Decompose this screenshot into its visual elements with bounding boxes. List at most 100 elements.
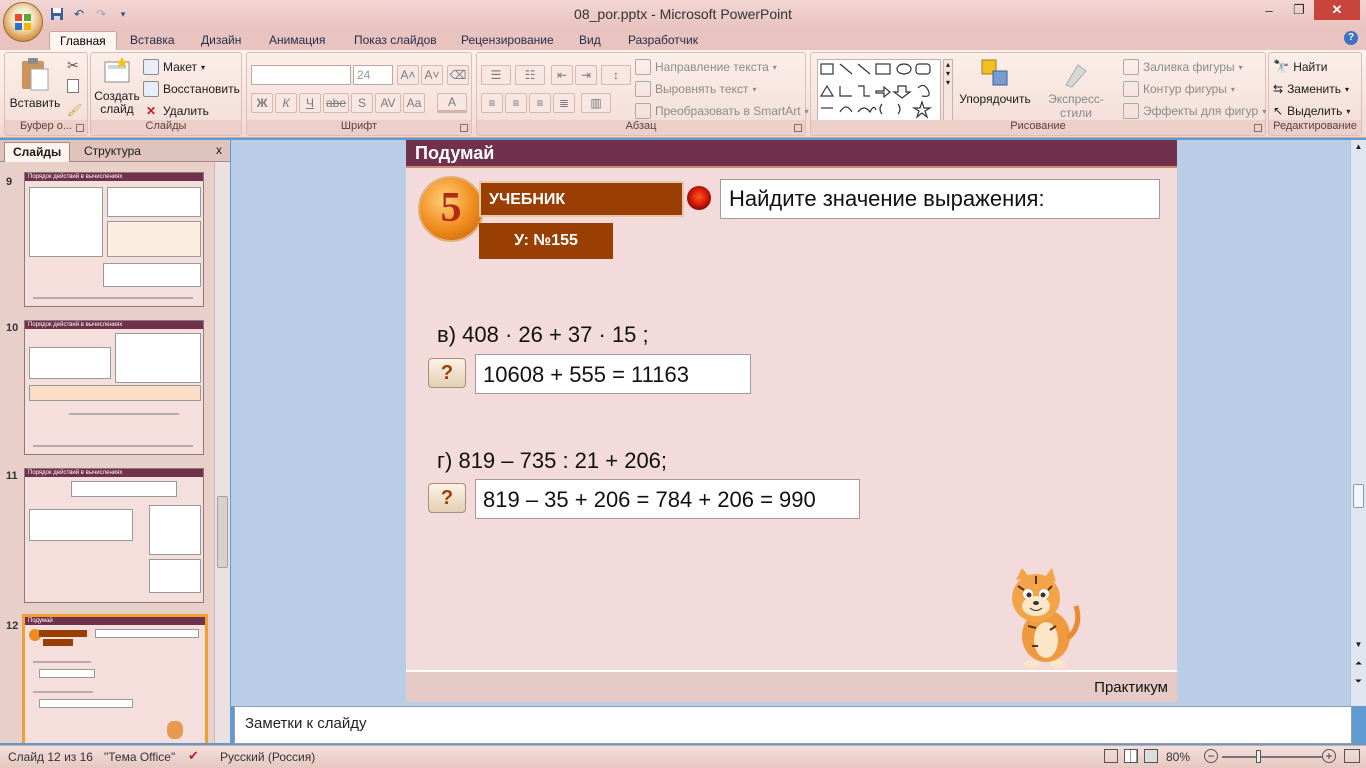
font-color-button[interactable]: A [437,93,467,113]
hint-button-v[interactable]: ? [428,358,466,388]
text-direction-button[interactable]: Направление текста ▾ [635,57,777,77]
zoom-slider[interactable] [1222,756,1322,758]
tab-developer[interactable]: Разработчик [618,31,708,50]
decrease-indent-icon[interactable]: ⇤ [551,65,573,85]
next-slide-icon[interactable]: ⏷ [1352,676,1365,690]
shape-outline-button[interactable]: Контур фигуры ▾ [1123,79,1235,99]
shape-fill-button[interactable]: Заливка фигуры ▾ [1123,57,1243,77]
quick-styles-button[interactable]: Экспресс-стили [1033,57,1119,120]
tab-view[interactable]: Вид [569,31,611,50]
slide-thumbnail-10[interactable]: Порядок действий в вычислениях [24,320,204,455]
slide-thumbnail-12[interactable]: Подумай [22,614,208,743]
tab-review[interactable]: Рецензирование [451,31,564,50]
restore-button[interactable]: ❐ [1284,0,1314,20]
align-right-icon[interactable]: ≡ [529,93,551,113]
shrink-font-icon[interactable]: A˅ [421,65,443,85]
bold-button[interactable]: Ж [251,93,273,113]
clipboard-launcher-icon[interactable] [76,124,84,132]
slide-scrollbar[interactable]: ▲ ▼ ⏶ ⏷ [1350,140,1366,706]
select-button[interactable]: ↖ Выделить ▾ [1273,101,1350,121]
zoom-out-icon[interactable]: − [1204,749,1218,763]
minimize-button[interactable]: ‒ [1254,0,1284,20]
tab-animation[interactable]: Анимация [259,31,335,50]
language-indicator[interactable]: Русский (Россия) [220,750,315,764]
exercise-label[interactable]: У: №155 [479,223,613,259]
columns-icon[interactable]: ▥ [581,93,611,113]
office-button[interactable] [3,2,43,42]
paste-button[interactable]: Вставить [7,57,63,110]
close-panel-icon[interactable]: x [216,143,222,157]
paragraph-launcher-icon[interactable] [794,124,802,132]
theme-name[interactable]: "Тема Office" [104,750,175,764]
slide-thumbnail-9[interactable]: Порядок действий в вычислениях [24,172,204,307]
close-button[interactable]: ✕ [1314,0,1360,20]
align-center-icon[interactable]: ≡ [505,93,527,113]
numbering-icon[interactable]: ☷ [515,65,545,85]
thumbnails-scrollbar[interactable] [214,162,230,743]
answer-v[interactable]: 10608 + 555 = 11163 [475,354,751,394]
hint-button-g[interactable]: ? [428,483,466,513]
line-spacing-icon[interactable]: ↕ [601,65,631,85]
reset-button[interactable]: Восстановить [143,79,240,99]
slide-thumbnail-11[interactable]: Порядок действий в вычислениях [24,468,204,603]
footer-text[interactable]: Практикум [1094,679,1168,696]
scroll-down-icon[interactable]: ▼ [1352,640,1365,654]
scroll-up-icon[interactable]: ▲ [1352,142,1365,156]
shapes-gallery[interactable] [817,59,941,121]
align-text-button[interactable]: Выровнять текст ▾ [635,79,757,99]
record-button-icon[interactable] [687,186,711,210]
notes-field[interactable]: Заметки к слайду [234,706,1352,744]
scrollbar-thumb[interactable] [1353,484,1364,508]
tab-slide-show[interactable]: Показ слайдов [344,31,447,50]
tab-home[interactable]: Главная [49,31,117,50]
normal-view-icon[interactable] [1104,749,1118,763]
shapes-scroll[interactable]: ▴ ▾ ▾ [943,59,953,121]
expression-v[interactable]: в) 408 · 26 + 37 · 15 ; [437,322,649,348]
tab-design[interactable]: Дизайн [191,31,251,50]
zoom-in-icon[interactable]: + [1322,749,1336,763]
zoom-slider-handle[interactable] [1256,750,1261,763]
format-painter-icon[interactable]: 🖌 [67,103,82,117]
copy-icon[interactable] [67,79,79,93]
help-icon[interactable]: ? [1344,31,1358,45]
slide-title[interactable]: Подумай [415,143,494,164]
underline-button[interactable]: Ч [299,93,321,113]
font-launcher-icon[interactable] [460,124,468,132]
tab-insert[interactable]: Вставка [120,31,185,50]
tab-slides[interactable]: Слайды [4,142,71,162]
textbook-label[interactable]: УЧЕБНИК [479,181,684,217]
expression-g[interactable]: г) 819 – 735 : 21 + 206; [437,448,667,474]
replace-button[interactable]: ⇆ Заменить ▾ [1273,79,1349,99]
find-button[interactable]: 🔭 Найти [1273,57,1327,77]
font-family-field[interactable] [251,65,351,85]
cut-icon[interactable]: ✂ [67,57,79,74]
strikethrough-button[interactable]: abe [323,93,349,113]
answer-g[interactable]: 819 – 35 + 206 = 784 + 206 = 990 [475,479,860,519]
scrollbar-thumb[interactable] [217,496,228,568]
tab-outline[interactable]: Структура [76,142,149,162]
increase-indent-icon[interactable]: ⇥ [575,65,597,85]
shape-effects-button[interactable]: Эффекты для фигур ▾ [1123,101,1266,121]
task-text[interactable]: Найдите значение выражения: [720,179,1160,219]
previous-slide-icon[interactable]: ⏶ [1352,658,1365,672]
delete-slide-button[interactable]: ✕ Удалить [143,101,209,121]
slide-sorter-icon[interactable] [1124,749,1138,763]
italic-button[interactable]: К [275,93,297,113]
clear-format-icon[interactable]: ⌫ [447,65,469,85]
character-spacing-button[interactable]: AV [375,93,401,113]
text-shadow-button[interactable]: S [351,93,373,113]
change-case-button[interactable]: Aa [403,93,425,113]
zoom-level[interactable]: 80% [1166,750,1190,764]
slide-show-icon[interactable] [1144,749,1158,763]
slide-canvas[interactable]: Подумай 5 УЧЕБНИК У: №155 Найдите значен… [406,140,1177,702]
arrange-button[interactable]: Упорядочить [957,57,1033,106]
align-left-icon[interactable]: ≡ [481,93,503,113]
grow-font-icon[interactable]: A˄ [397,65,419,85]
bullets-icon[interactable]: ☰ [481,65,511,85]
new-slide-button[interactable]: Создать слайд [93,57,141,116]
font-size-field[interactable]: 24 [353,65,393,85]
drawing-launcher-icon[interactable] [1254,124,1262,132]
layout-button[interactable]: Макет ▾ [143,57,205,77]
spellcheck-icon[interactable]: ✔ [188,748,199,764]
justify-icon[interactable]: ≣ [553,93,575,113]
